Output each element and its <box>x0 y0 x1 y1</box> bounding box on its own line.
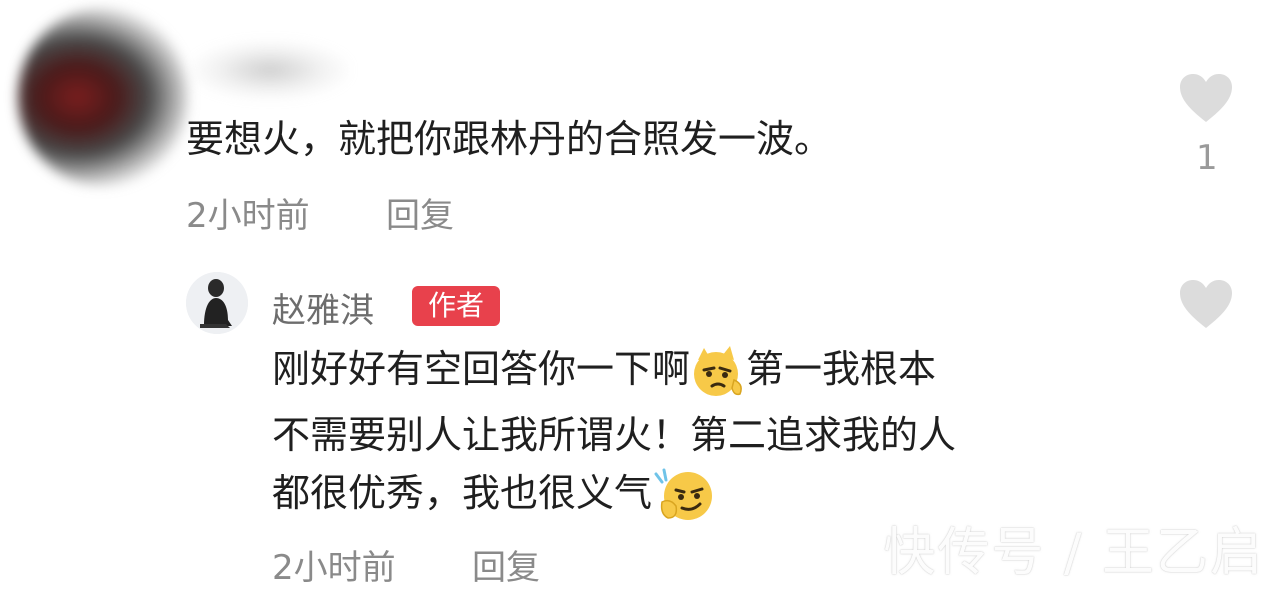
heart-icon <box>1180 74 1232 122</box>
watermark: 快传号 / 王乙启 <box>883 523 1264 583</box>
comment-reply-button[interactable]: 回复 <box>386 188 454 237</box>
person-avatar-icon <box>186 272 248 334</box>
reply-line-1: 刚好好有空回答你一下啊 第一我根本 <box>272 340 936 400</box>
reply-line-1-part-a: 刚好好有空回答你一下啊 <box>272 347 691 391</box>
thinking-smirk-emoji-icon <box>652 468 713 524</box>
reply-line-3: 都很优秀，我也很义气 <box>272 464 713 524</box>
comment-time: 2小时前 <box>186 196 310 236</box>
reply-line-3-text: 都很优秀，我也很义气 <box>272 471 653 515</box>
comment-text: 要想火，就把你跟林丹的合照发一波。 <box>186 117 833 161</box>
reply-reply-button[interactable]: 回复 <box>472 540 540 589</box>
author-name[interactable]: 赵雅淇 <box>272 283 374 332</box>
reply-like-button[interactable] <box>1178 278 1234 330</box>
smirk-cat-emoji-icon <box>690 344 746 400</box>
author-badge: 作者 <box>412 286 500 326</box>
reply-line-1-part-b: 第一我根本 <box>746 347 937 391</box>
reply-time: 2小时前 <box>272 548 396 588</box>
heart-icon <box>1180 280 1232 328</box>
comment-like-count: 1 <box>1196 138 1218 178</box>
author-avatar[interactable] <box>186 272 248 334</box>
reply-line-2: 不需要别人让我所谓火！第二追求我的人 <box>272 413 957 457</box>
commenter-avatar[interactable] <box>18 8 188 186</box>
comment-like-button[interactable] <box>1178 72 1234 124</box>
commenter-name-blurred <box>190 40 350 100</box>
